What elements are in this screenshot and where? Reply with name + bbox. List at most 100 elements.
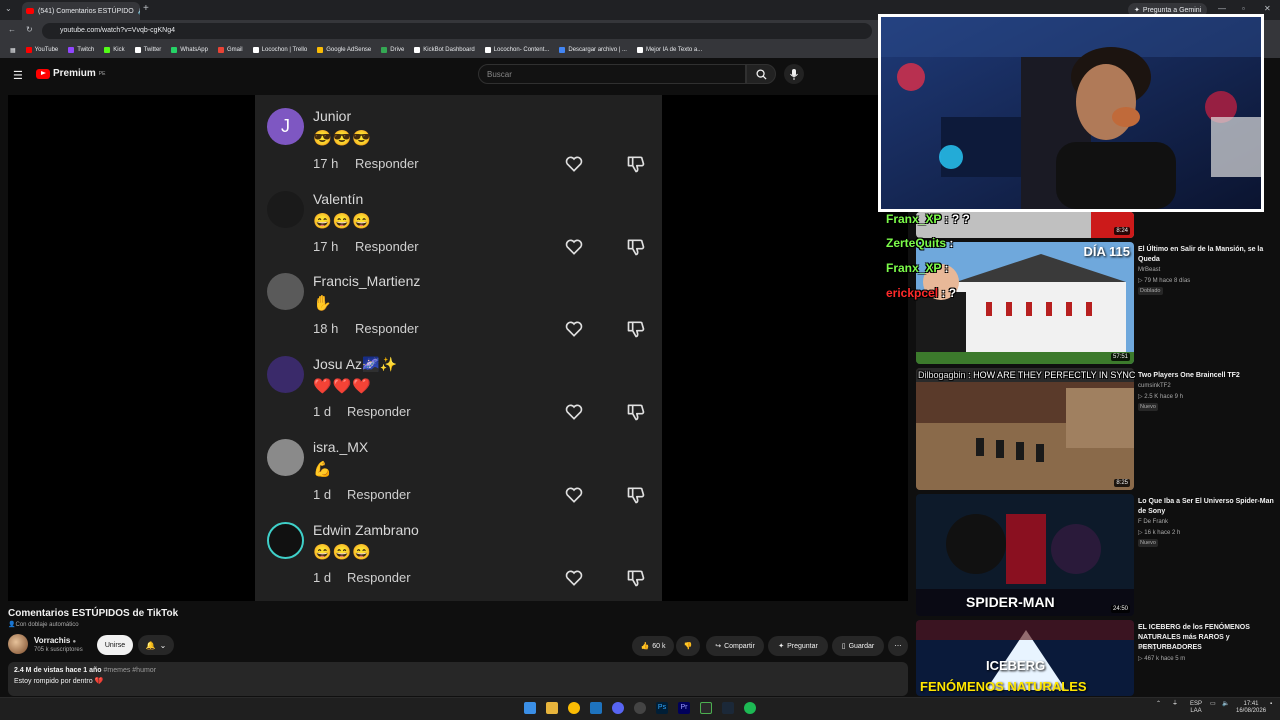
comment-avatar[interactable] xyxy=(267,356,304,394)
dislike-icon[interactable] xyxy=(626,319,646,339)
bookmark-item[interactable]: Locochon | Trello xyxy=(252,47,307,53)
recommended-channel[interactable]: F De Frank xyxy=(1138,519,1168,525)
tab-search-icon[interactable]: ⌄ xyxy=(5,4,12,13)
notifications-button[interactable]: 🔔 ⌄ xyxy=(138,635,174,655)
bookmark-item[interactable]: Gmail xyxy=(217,47,243,53)
recommended-title[interactable]: Lo Que Iba a Ser El Universo Spider-Man … xyxy=(1138,497,1278,517)
description-box[interactable]: 2.4 M de vistas hace 1 año #memes #humor… xyxy=(8,662,908,696)
recommended-title[interactable]: EL ICEBERG de los FENÓMENOS NATURALES má… xyxy=(1138,623,1278,653)
join-button[interactable]: Unirse xyxy=(97,635,133,655)
recommended-video[interactable]: ICEBERG FENÓMENOS NATURALES EL ICEBERG de … xyxy=(916,620,1280,696)
bookmark-item[interactable]: Google AdSense xyxy=(317,47,371,53)
file-explorer-icon[interactable] xyxy=(546,702,558,714)
clock[interactable]: 17:41 16/08/2026 xyxy=(1236,701,1266,715)
reply-button[interactable]: Responder xyxy=(355,321,419,336)
url-bar[interactable]: youtube.com/watch?v=Vvqb-cgKNg4 xyxy=(42,23,872,39)
premiere-icon[interactable]: Pr xyxy=(678,702,690,714)
reply-button[interactable]: Responder xyxy=(347,570,411,585)
voice-search-button[interactable] xyxy=(784,64,804,84)
close-window-button[interactable]: ✕ xyxy=(1264,4,1271,13)
heart-icon[interactable] xyxy=(564,402,584,422)
search-input[interactable]: Buscar xyxy=(478,64,746,84)
tab-audio-icon[interactable]: 🔊 xyxy=(138,7,140,15)
dislike-button[interactable]: 👎 xyxy=(676,636,700,656)
recommended-channel[interactable]: Dorcky xyxy=(1138,645,1157,651)
channel-name[interactable]: Vorrachis ● xyxy=(34,636,76,645)
recommended-channel[interactable]: cumsinkTF2 xyxy=(1138,383,1171,389)
share-button[interactable]: ↪ Compartir xyxy=(706,636,764,656)
volume-icon[interactable]: 🔈 xyxy=(1222,701,1229,708)
recommended-channel[interactable]: MrBeast xyxy=(1138,267,1160,273)
recommended-title[interactable]: El Último en Salir de la Mansión, se la … xyxy=(1138,245,1278,265)
heart-icon[interactable] xyxy=(564,485,584,505)
recommended-video[interactable]: DÍA 115 57:51 El Último en Salir de la Man… xyxy=(916,242,1280,364)
comment-author[interactable]: Junior xyxy=(313,108,351,124)
video-thumbnail[interactable]: 8:25 xyxy=(916,368,1134,490)
comment-author[interactable]: Josu Az🌌✨ xyxy=(313,356,397,373)
dislike-icon[interactable] xyxy=(626,237,646,257)
windows-start-icon[interactable] xyxy=(524,702,536,714)
reload-button[interactable]: ↻ xyxy=(26,25,33,34)
dislike-icon[interactable] xyxy=(626,154,646,174)
spotify-icon[interactable] xyxy=(744,702,756,714)
chrome-icon[interactable] xyxy=(568,702,580,714)
video-thumbnail[interactable]: ICEBERG FENÓMENOS NATURALES xyxy=(916,620,1134,696)
comment-author[interactable]: Valentín xyxy=(313,191,363,207)
bookmark-item[interactable]: KickBot Dashboard xyxy=(414,47,475,53)
comment-author[interactable]: Edwin Zambrano xyxy=(313,522,419,538)
maximize-button[interactable]: ▫ xyxy=(1242,4,1245,13)
heart-icon[interactable] xyxy=(564,154,584,174)
menu-icon[interactable]: ☰ xyxy=(13,69,23,82)
search-button[interactable] xyxy=(746,64,776,84)
comment-avatar[interactable] xyxy=(267,438,304,476)
terminal-icon[interactable] xyxy=(700,702,712,714)
comment-author[interactable]: Francis_Martienz xyxy=(313,273,420,289)
recommended-title[interactable]: Two Players One Braincell TF2 xyxy=(1138,371,1278,381)
comment-avatar[interactable]: J xyxy=(267,108,304,145)
tray-chevron-icon[interactable]: ⌃ xyxy=(1156,701,1161,708)
reply-button[interactable]: Responder xyxy=(347,487,411,502)
apps-grid-icon[interactable]: ▦ xyxy=(10,47,16,54)
dislike-icon[interactable] xyxy=(626,485,646,505)
ask-button[interactable]: ✦ Preguntar xyxy=(768,636,828,656)
back-button[interactable]: ← xyxy=(8,25,16,34)
save-button[interactable]: ▯ Guardar xyxy=(832,636,884,656)
comment-avatar[interactable] xyxy=(267,273,304,311)
obs-icon[interactable] xyxy=(634,702,646,714)
dislike-icon[interactable] xyxy=(626,568,646,588)
photoshop-icon[interactable]: Ps xyxy=(656,702,668,714)
heart-icon[interactable] xyxy=(564,237,584,257)
dislike-icon[interactable] xyxy=(626,402,646,422)
bookmark-item[interactable]: Kick xyxy=(104,47,125,53)
bookmark-item[interactable]: Mejor IA de Texto a... xyxy=(636,47,702,53)
like-button[interactable]: 👍 60 k xyxy=(632,636,674,656)
comment-avatar[interactable] xyxy=(267,190,304,228)
usb-icon[interactable]: ⏚ xyxy=(1172,701,1178,708)
more-actions-button[interactable]: ⋯ xyxy=(888,636,908,656)
channel-avatar[interactable] xyxy=(8,634,28,654)
bookmark-item[interactable]: YouTube xyxy=(25,47,58,53)
recommended-video[interactable]: SPIDER-MAN 24:50 Lo Que Iba a Ser El Unive… xyxy=(916,494,1280,616)
bookmark-item[interactable]: Twitter xyxy=(134,47,161,53)
comment-author[interactable]: isra._MX xyxy=(313,439,368,455)
steam-icon[interactable] xyxy=(722,702,734,714)
recommended-video[interactable]: 8:24 xyxy=(916,212,1280,238)
reply-button[interactable]: Responder xyxy=(347,404,411,419)
heart-icon[interactable] xyxy=(564,568,584,588)
video-thumbnail[interactable]: SPIDER-MAN 24:50 xyxy=(916,494,1134,616)
youtube-logo[interactable]: Premium PE xyxy=(36,68,105,79)
browser-tab[interactable]: (541) Comentarios ESTÚPIDO 🔊 ✕ xyxy=(22,2,140,20)
language-indicator[interactable]: ESP LAA xyxy=(1190,701,1202,715)
recommended-video[interactable]: 8:25 Two Players One Braincell TF2 cumsink… xyxy=(916,368,1280,490)
network-icon[interactable]: ▭ xyxy=(1210,701,1216,708)
bookmark-item[interactable]: Twitch xyxy=(68,47,94,53)
hashtags[interactable]: #memes #humor xyxy=(104,667,157,674)
heart-icon[interactable] xyxy=(564,319,584,339)
trello-icon[interactable] xyxy=(590,702,602,714)
bookmark-item[interactable]: Locochon- Content... xyxy=(484,47,549,53)
bookmark-item[interactable]: WhatsApp xyxy=(171,47,208,53)
discord-icon[interactable] xyxy=(612,702,624,714)
reply-button[interactable]: Responder xyxy=(355,239,419,254)
notification-icon[interactable]: ▪ xyxy=(1270,701,1272,708)
minimize-button[interactable]: — xyxy=(1218,4,1226,13)
